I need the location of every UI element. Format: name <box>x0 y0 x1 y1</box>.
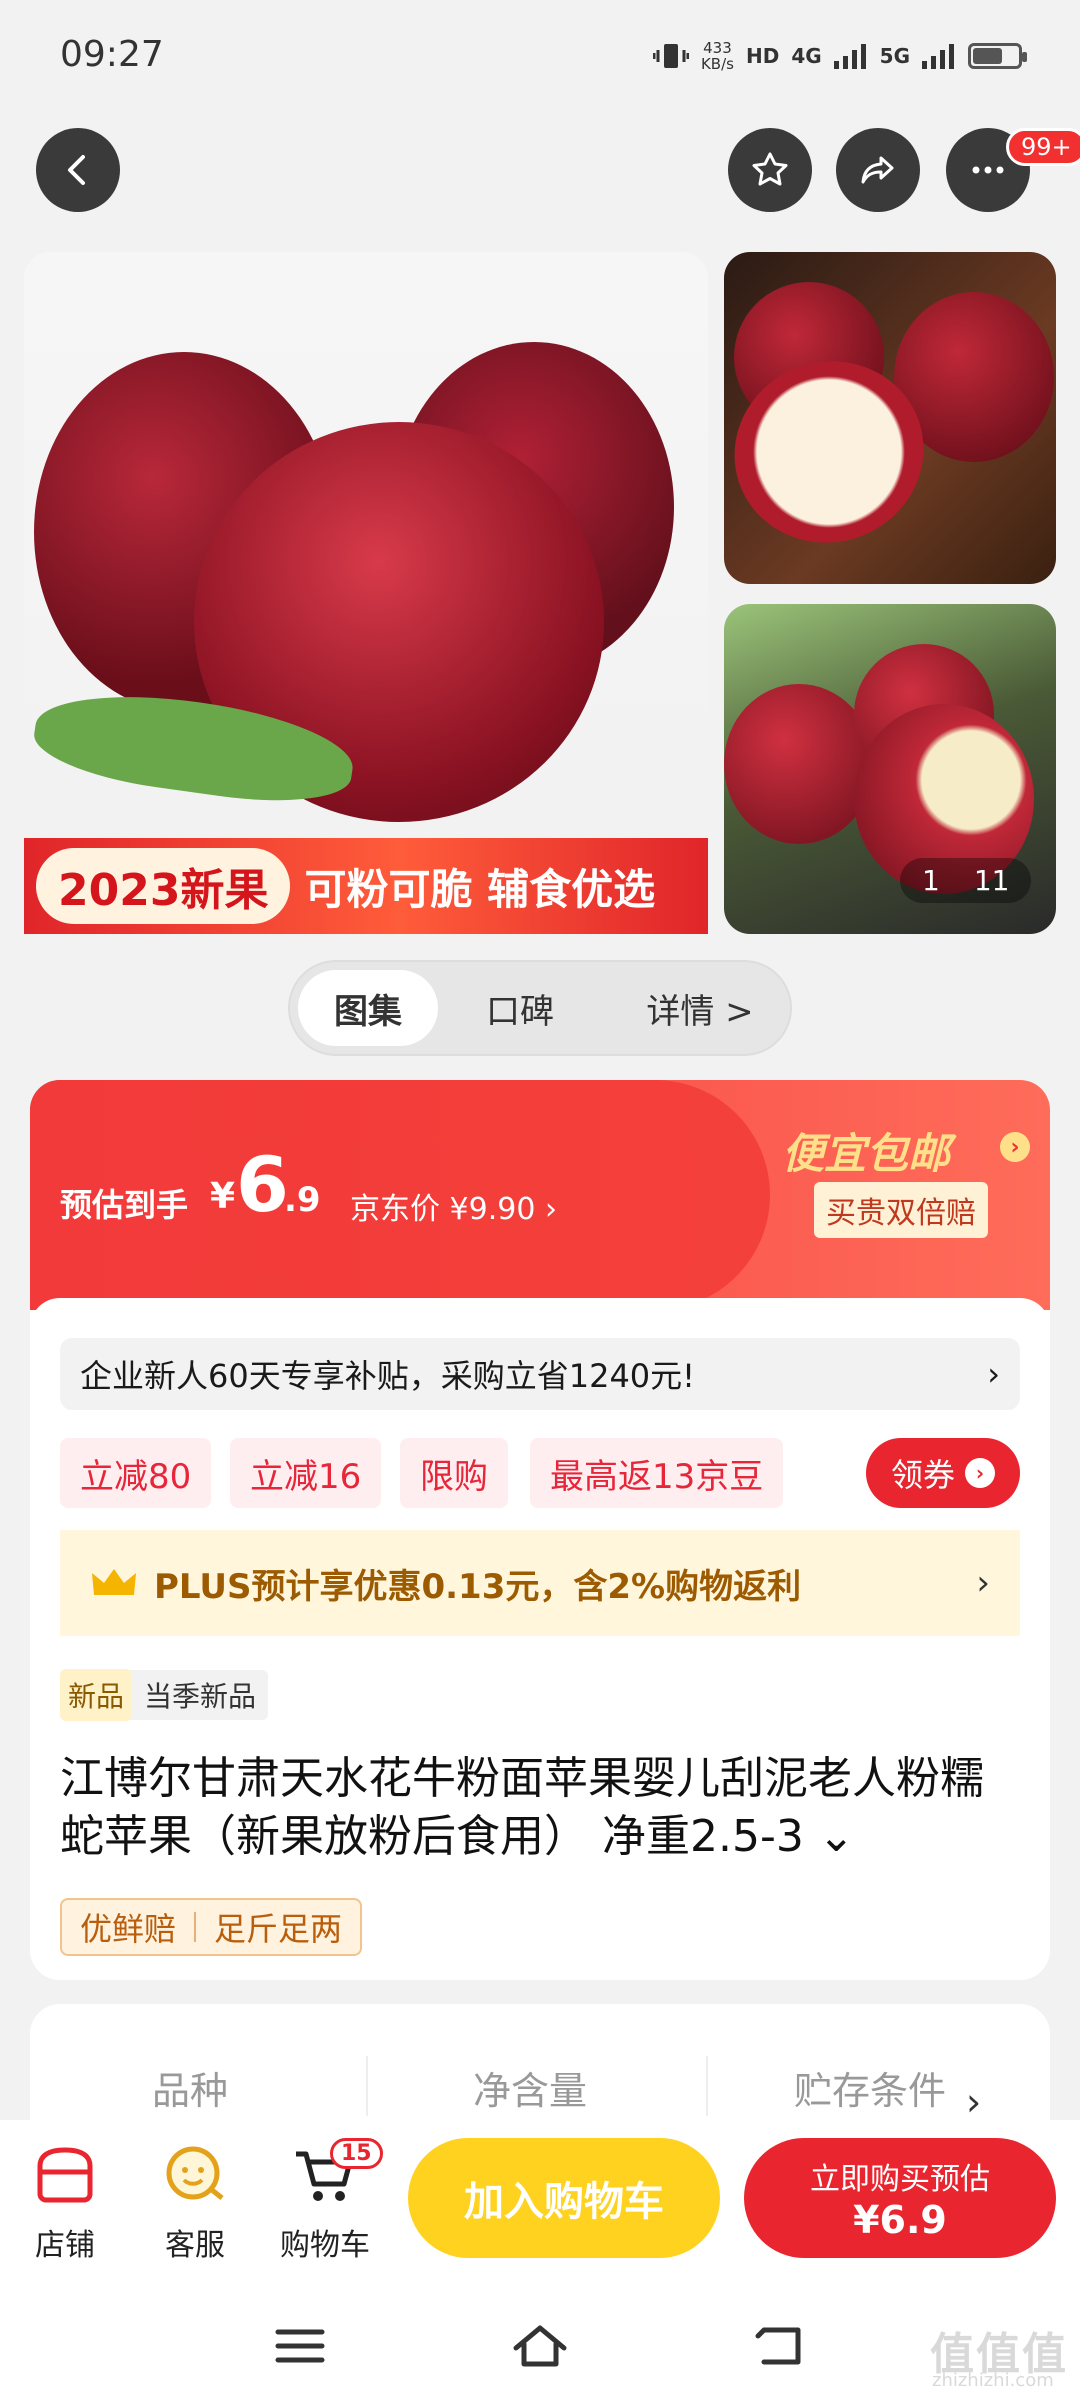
hd-icon: HD <box>745 44 780 68</box>
jd-price-link[interactable]: 京东价 ¥9.90 › <box>350 1184 557 1228</box>
chevron-right-icon: › <box>987 1355 1000 1393</box>
menu-icon[interactable] <box>270 2318 330 2374</box>
section-tabs: 图集 口碑 详情 > <box>288 960 792 1056</box>
product-title[interactable]: 江博尔甘肃天水花牛粉面苹果婴儿刮泥老人粉糯蛇苹果（新果放粉后食用） 净重2.5-… <box>60 1750 1020 1866</box>
main-product-image[interactable] <box>24 252 708 934</box>
banner-year: 2023新果 <box>36 848 291 924</box>
battery-icon <box>968 43 1027 69</box>
crown-icon <box>92 1569 136 1595</box>
more-dots-icon <box>972 166 1004 174</box>
share-button[interactable] <box>836 128 920 212</box>
price-card: 预估到手 ¥ 6 .9 京东价 ¥9.90 › 便宜包邮 › 买贵双倍赔 企业新… <box>30 1080 1050 1980</box>
price-integer: 6 <box>236 1140 289 1229</box>
chevron-right-icon: › <box>976 1563 990 1603</box>
spec-net-weight: 净含量 <box>472 2069 587 2113</box>
signal-5g-icon: 5G <box>879 44 910 68</box>
currency-symbol: ¥ <box>210 1176 236 1217</box>
vibrate-icon <box>652 44 689 68</box>
guarantee-weight: 足斤足两 <box>214 1910 343 1948</box>
banner-slogan: 可粉可脆 辅食优选 <box>304 864 656 914</box>
signal-bars-icon <box>922 44 954 69</box>
tab-reviews[interactable]: 口碑 <box>460 970 580 1046</box>
shop-label: 店铺 <box>35 2228 95 2263</box>
status-bar: 09:27 433 KB/s HD 4G 5G <box>0 0 1080 118</box>
jingdou-chip[interactable]: 最高返13京豆 <box>530 1438 784 1508</box>
chevron-left-icon <box>68 155 85 185</box>
status-icons: 433 KB/s HD 4G 5G <box>652 39 1027 73</box>
price-decimal: .9 <box>284 1180 321 1220</box>
favorite-button[interactable] <box>728 128 812 212</box>
message-badge: 99+ <box>1006 128 1080 166</box>
tab-details[interactable]: 详情 > <box>620 970 780 1046</box>
signal-bars-icon <box>833 44 866 69</box>
plus-benefit-row[interactable]: PLUS预计享优惠0.13元，含2%购物返利 › <box>60 1530 1020 1636</box>
cheap-shipping-label: 便宜包邮 <box>782 1129 951 1178</box>
discount-chip[interactable]: 立减16 <box>230 1438 382 1508</box>
cart-label: 购物车 <box>280 2228 370 2263</box>
home-icon[interactable] <box>510 2318 570 2374</box>
season-text: 当季新品 <box>144 1680 257 1713</box>
chevron-right-icon[interactable]: › <box>966 2080 981 2124</box>
add-to-cart-button[interactable]: 加入购物车 <box>408 2138 720 2258</box>
new-user-text: 企业新人60天专享补贴，采购立省1240元! <box>80 1357 695 1395</box>
new-tag: 新品 <box>60 1669 133 1721</box>
estimated-label: 预估到手 <box>60 1186 189 1224</box>
chevron-right-icon: › <box>965 1458 995 1488</box>
guarantee-fresh: 优鲜赔 <box>80 1910 177 1948</box>
shop-button[interactable]: 店铺 <box>10 2140 120 2264</box>
coupon-label: 领券 <box>890 1456 955 1494</box>
chevron-down-icon: ⌄ <box>817 1811 855 1862</box>
service-icon <box>166 2146 224 2200</box>
new-user-subsidy[interactable]: 企业新人60天专享补贴，采购立省1240元! › <box>60 1338 1020 1410</box>
double-refund-badge: 买贵双倍赔 <box>814 1182 988 1238</box>
service-label: 客服 <box>165 2228 225 2263</box>
buy-now-button[interactable]: 立即购买预估 ¥6.9 <box>744 2138 1056 2258</box>
plus-text: PLUS预计享优惠0.13元，含2%购物返利 <box>154 1566 802 1607</box>
season-badge: 新品 当季新品 <box>60 1669 269 1721</box>
back-button[interactable] <box>36 128 120 212</box>
back-nav-icon[interactable] <box>750 2318 810 2374</box>
cart-count-badge: 15 <box>330 2138 383 2169</box>
star-icon <box>752 152 788 186</box>
spec-variety: 品种 <box>151 2069 228 2113</box>
spec-card[interactable]: 品种 净含量 贮存条件 <box>30 2004 1050 2134</box>
shop-icon <box>37 2147 93 2203</box>
buy-now-price: ¥6.9 <box>853 2198 947 2242</box>
share-icon <box>861 156 894 184</box>
signal-4g-icon: 4G <box>791 44 822 68</box>
guarantee-badges[interactable]: 优鲜赔 足斤足两 <box>60 1898 363 1956</box>
limit-chip[interactable]: 限购 <box>400 1438 508 1508</box>
get-coupon-button[interactable]: 领券 › <box>866 1438 1020 1508</box>
chevron-right-icon[interactable]: › <box>1000 1132 1030 1162</box>
discount-chip[interactable]: 立减80 <box>60 1438 212 1508</box>
image-counter: 1 11 <box>900 858 1032 903</box>
spec-storage: 贮存条件 <box>793 2069 946 2113</box>
net-speed: 433 KB/s <box>700 39 734 73</box>
clock: 09:27 <box>60 34 164 75</box>
watermark-url: zhizhizhi.com <box>932 2370 1054 2391</box>
tab-gallery[interactable]: 图集 <box>298 970 438 1046</box>
promo-banner: 2023新果 可粉可脆 辅食优选 <box>24 838 708 934</box>
thumbnail-image[interactable] <box>724 252 1056 584</box>
customer-service-button[interactable]: 客服 <box>140 2140 250 2264</box>
buy-now-label: 立即购买预估 <box>810 2162 990 2197</box>
